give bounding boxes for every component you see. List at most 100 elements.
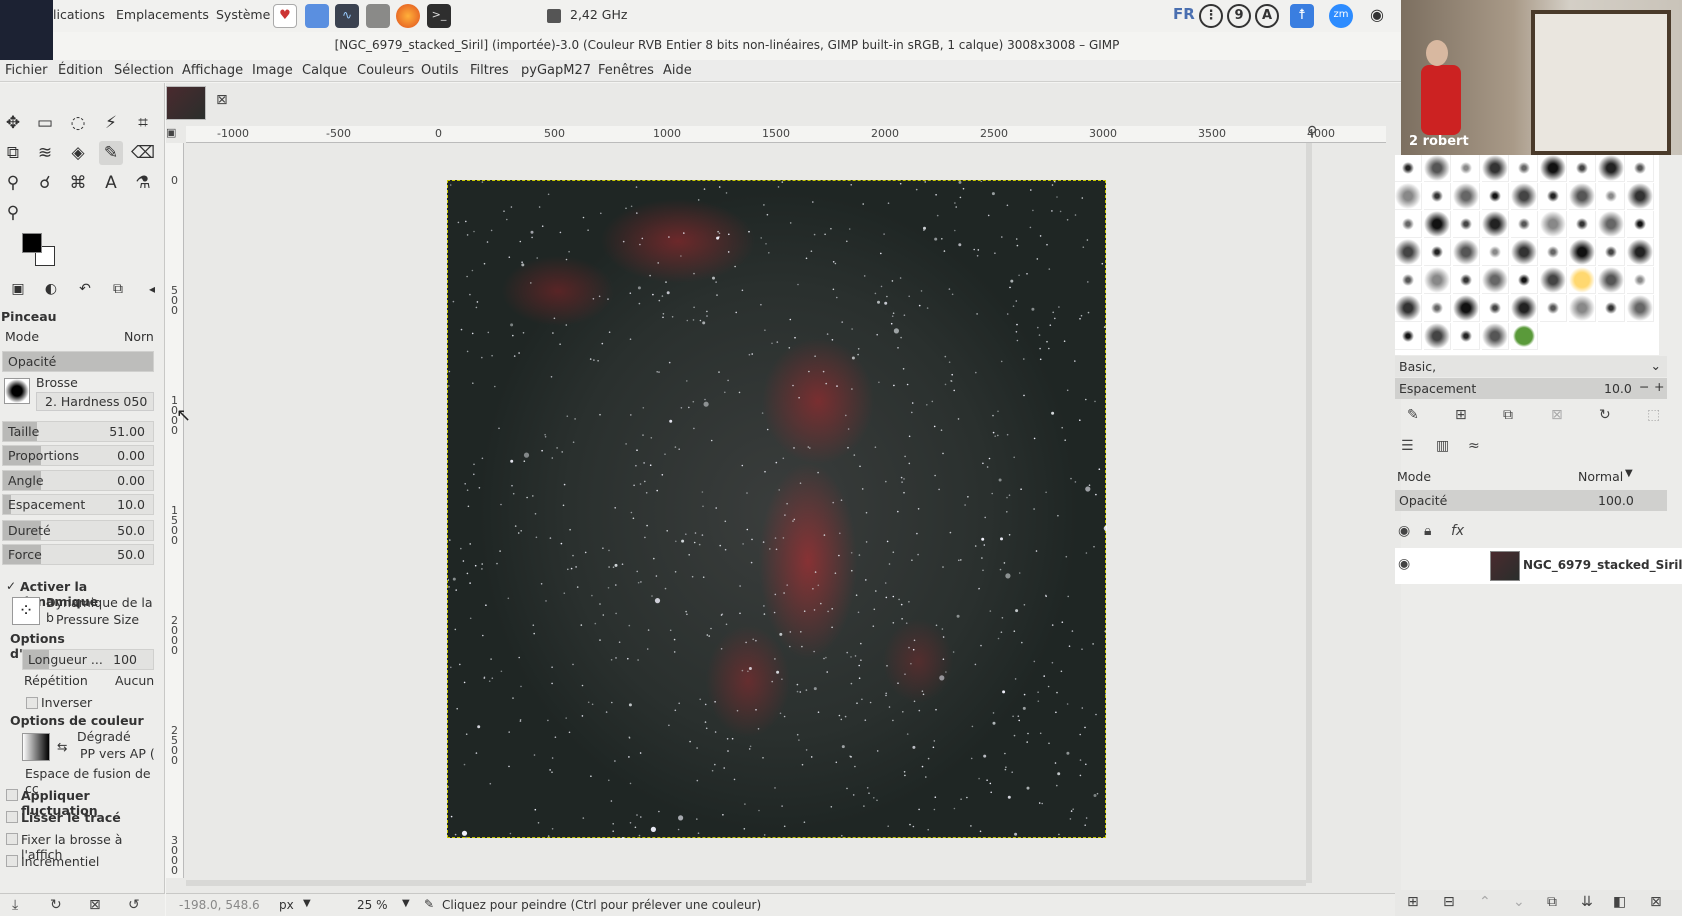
menu-filtres[interactable]: Filtres <box>470 63 509 78</box>
brush-cell[interactable] <box>1424 323 1451 350</box>
invert-checkbox[interactable] <box>26 697 38 709</box>
mask-icon[interactable]: ◧ <box>1613 894 1626 910</box>
gradient-preview[interactable] <box>22 733 50 761</box>
menu-pygapm27[interactable]: pyGapM27 <box>521 63 591 78</box>
brushes-grid[interactable] <box>1395 155 1659 355</box>
merge-layer-icon[interactable]: ⇊ <box>1581 894 1593 910</box>
accessibility-icon[interactable]: ☨ <box>1290 4 1314 28</box>
menu-selection[interactable]: Sélection <box>114 63 174 78</box>
brush-cell[interactable] <box>1453 267 1480 294</box>
crop-icon[interactable]: ⌗ <box>131 111 155 135</box>
menu-aide[interactable]: Aide <box>663 63 692 78</box>
brush-spacing-slider[interactable]: Espacement 10.0 − + <box>1395 378 1667 399</box>
brush-cell[interactable] <box>1569 155 1596 182</box>
brush-cell[interactable] <box>1569 295 1596 322</box>
brush-cell[interactable] <box>1511 239 1538 266</box>
dynamics-icon[interactable]: ⁘ <box>12 597 40 625</box>
brush-cell[interactable] <box>1395 239 1422 266</box>
brush-cell[interactable] <box>1540 267 1567 294</box>
brush-cell[interactable] <box>1453 155 1480 182</box>
brush-cell[interactable] <box>1424 211 1451 238</box>
menu-image[interactable]: Image <box>252 63 293 78</box>
sys-menu-applications[interactable]: lications <box>53 7 105 22</box>
slider-espacement[interactable]: Espacement 10.0 <box>2 494 154 515</box>
mode-value[interactable]: Norn <box>124 329 154 344</box>
color-picker-icon[interactable]: ⚗ <box>131 171 155 195</box>
indicator-circle-1[interactable]: ⋮ <box>1199 4 1223 28</box>
firefox-icon[interactable] <box>396 4 420 28</box>
move-tool-icon[interactable]: ✥ <box>1 111 25 135</box>
gradient-reverse-icon[interactable]: ⇆ <box>57 739 67 754</box>
reset-options-icon[interactable]: ↺ <box>128 897 140 913</box>
brush-tag-select[interactable]: Basic, ⌄ <box>1395 356 1667 377</box>
brush-cell[interactable] <box>1511 295 1538 322</box>
image-tab-thumbnail[interactable] <box>166 86 206 120</box>
unit-dropdown-icon[interactable]: ▼ <box>303 898 311 909</box>
transform-icon[interactable]: ⧉ <box>1 141 25 165</box>
gradient-value[interactable]: PP vers AP ( <box>80 746 155 761</box>
images-tab-icon[interactable]: ⧉ <box>106 277 130 301</box>
raise-layer-icon[interactable]: ⌃ <box>1479 894 1491 910</box>
card-game-icon[interactable]: ♥ <box>273 4 297 28</box>
edit-brush-icon[interactable]: ✎ <box>1407 407 1419 423</box>
menu-fenetres[interactable]: Fenêtres <box>598 63 654 78</box>
text-tool-icon[interactable]: A <box>99 171 123 195</box>
menu-outils[interactable]: Outils <box>421 63 459 78</box>
clone-icon[interactable]: ⚲ <box>1 171 25 195</box>
smudge-icon[interactable]: ☌ <box>33 171 57 195</box>
layers-tab-icon[interactable]: ☰ <box>1401 438 1414 454</box>
slider-angle[interactable]: Angle 0.00 <box>2 470 154 491</box>
brush-cell[interactable] <box>1569 239 1596 266</box>
channels-tab-icon[interactable]: ▥ <box>1436 438 1449 454</box>
lock-icon[interactable]: 🔒︎ <box>1424 523 1431 539</box>
brush-cell[interactable] <box>1598 267 1625 294</box>
lock-brush-checkbox[interactable] <box>6 833 18 845</box>
sys-menu-places[interactable]: Emplacements <box>116 7 209 22</box>
slider-dureté[interactable]: Dureté 50.0 <box>2 520 154 541</box>
delete-layer-icon[interactable]: ⊠ <box>1650 894 1662 910</box>
horizontal-scrollbar[interactable] <box>186 880 1306 886</box>
slider-proportions[interactable]: Proportions 0.00 <box>2 445 154 466</box>
save-options-icon[interactable]: ⤓ <box>12 897 18 913</box>
brush-cell[interactable] <box>1482 211 1509 238</box>
brush-cell[interactable] <box>1453 211 1480 238</box>
brush-preview[interactable] <box>4 378 30 404</box>
brush-cell[interactable] <box>1424 239 1451 266</box>
close-tab-icon[interactable]: ⊠ <box>216 92 228 108</box>
paths-icon[interactable]: ⌘ <box>66 171 90 195</box>
brush-cell[interactable] <box>1453 183 1480 210</box>
eraser-icon[interactable]: ⌫ <box>131 141 155 165</box>
visibility-header-icon[interactable]: ◉ <box>1398 523 1410 539</box>
minus-icon[interactable]: − <box>1639 379 1649 394</box>
brush-cell[interactable] <box>1627 155 1654 182</box>
device-status-tab-icon[interactable]: ◐ <box>39 277 63 301</box>
menu-edition[interactable]: Édition <box>58 63 103 78</box>
brush-cell[interactable] <box>1569 183 1596 210</box>
brush-cell[interactable] <box>1540 295 1567 322</box>
jitter-checkbox[interactable] <box>6 789 18 801</box>
slider-force[interactable]: Force 50.0 <box>2 544 154 565</box>
menu-calque[interactable]: Calque <box>302 63 347 78</box>
brush-cell[interactable] <box>1453 295 1480 322</box>
smooth-checkbox[interactable] <box>6 811 18 823</box>
delete-brush-icon[interactable]: ⊠ <box>1551 407 1563 423</box>
brush-cell[interactable] <box>1395 155 1422 182</box>
layer-mode-value[interactable]: Normal <box>1578 469 1623 484</box>
brush-cell[interactable] <box>1424 295 1451 322</box>
fx-icon[interactable]: fx <box>1451 523 1464 539</box>
brush-cell[interactable] <box>1424 183 1451 210</box>
screenshot-icon[interactable] <box>305 4 329 28</box>
delete-options-icon[interactable]: ⊠ <box>89 897 101 913</box>
fade-length-slider[interactable]: Longueur ... 100 <box>22 649 154 670</box>
sys-menu-system[interactable]: Système <box>216 7 270 22</box>
brush-cell[interactable] <box>1569 267 1596 294</box>
warp-icon[interactable]: ≋ <box>33 141 57 165</box>
refresh-brushes-icon[interactable]: ↻ <box>1599 407 1611 423</box>
layer-thumbnail[interactable] <box>1490 551 1520 581</box>
quick-mask-icon[interactable]: ▣ <box>166 126 176 139</box>
brush-cell[interactable] <box>1453 323 1480 350</box>
astro-image-canvas[interactable] <box>447 180 1109 841</box>
eye-icon[interactable]: ◉ <box>1365 4 1389 28</box>
brush-name-field[interactable]: 2. Hardness 050 <box>36 392 154 411</box>
brush-cell[interactable] <box>1511 323 1538 350</box>
